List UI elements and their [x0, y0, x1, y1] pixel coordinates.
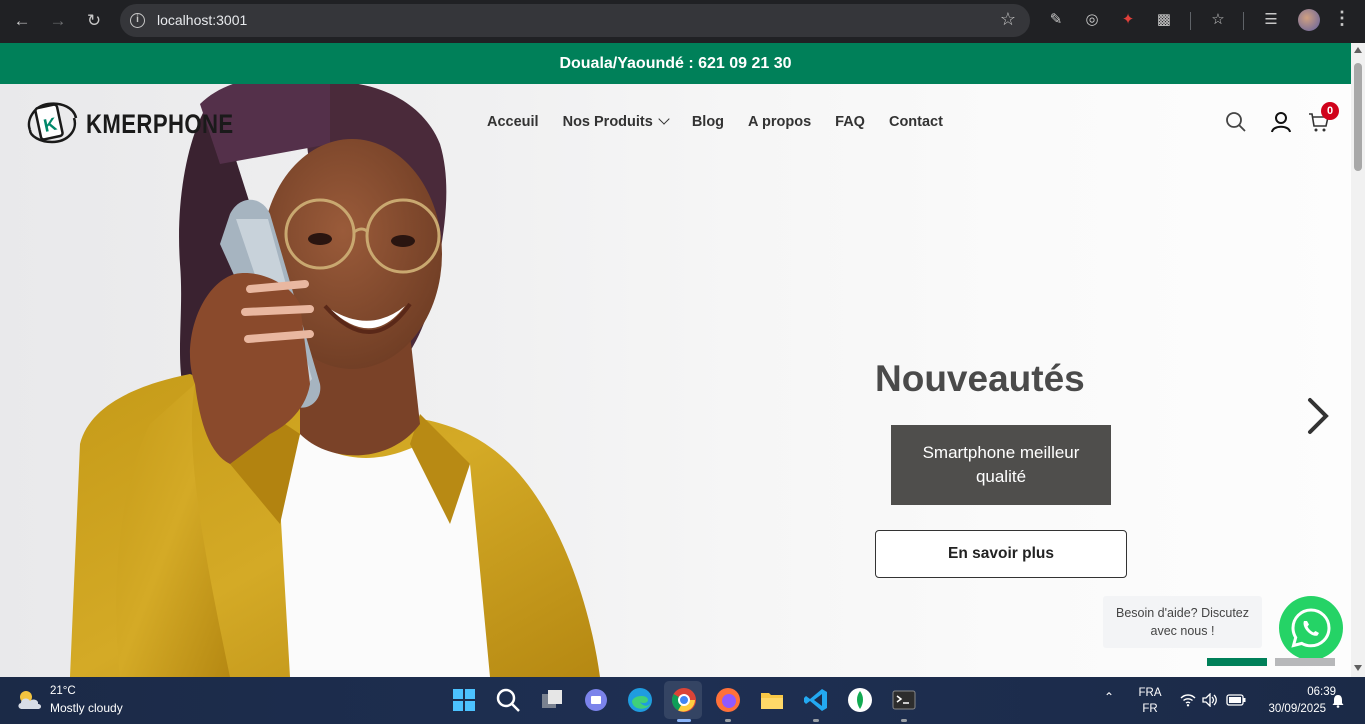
scroll-up-arrow-icon[interactable]: [1354, 47, 1362, 53]
cart-count-badge: 0: [1321, 102, 1339, 120]
scrollbar-thumb[interactable]: [1354, 63, 1362, 171]
search-icon[interactable]: [1225, 111, 1247, 133]
firefox-icon[interactable]: [714, 686, 742, 714]
toolbar-divider: [1243, 12, 1244, 30]
vscode-icon[interactable]: [802, 686, 830, 714]
nav-item-label: Nos Produits: [562, 114, 653, 130]
logo-text: KMERPHONE: [86, 109, 234, 139]
help-chat-bubble[interactable]: Besoin d'aide? Discutez avec nous !: [1103, 596, 1262, 648]
puzzle-icon[interactable]: ▩: [1153, 9, 1175, 31]
web-page: Douala/Yaoundé : 621 09 21 30 K KMERPHON…: [0, 43, 1351, 677]
task-view-icon[interactable]: [538, 686, 566, 714]
forward-icon[interactable]: →: [46, 9, 70, 33]
running-app-indicator: [901, 719, 907, 722]
menu-kebab-icon[interactable]: ⋮: [1333, 8, 1351, 29]
terminal-icon[interactable]: [890, 686, 918, 714]
logo-phone-icon: K: [27, 102, 78, 144]
weather-description[interactable]: Mostly cloudy: [50, 701, 123, 715]
weather-temperature[interactable]: 21°C: [50, 685, 76, 697]
main-nav: Acceuil Nos Produits Blog A propos FAQ C…: [487, 113, 967, 130]
file-explorer-icon[interactable]: [758, 686, 786, 714]
whatsapp-icon: [1291, 608, 1331, 648]
slide-subtitle: Smartphone meilleur qualité: [891, 425, 1111, 505]
nav-item-nos-produits[interactable]: Nos Produits: [562, 113, 670, 130]
url-text[interactable]: localhost:3001: [157, 12, 247, 28]
teams-chat-icon[interactable]: [582, 686, 610, 714]
volume-icon[interactable]: [1202, 693, 1218, 707]
battery-icon[interactable]: [1226, 694, 1246, 706]
nav-item-faq[interactable]: FAQ: [835, 114, 865, 130]
nav-item-a-propos[interactable]: A propos: [748, 114, 811, 130]
nav-item-contact[interactable]: Contact: [889, 114, 943, 130]
input-language-bottom[interactable]: FR: [1138, 703, 1162, 715]
help-text-line: avec nous !: [1150, 624, 1215, 638]
clock-date[interactable]: 30/09/2025: [1250, 703, 1326, 715]
weather-cloud-icon[interactable]: [16, 689, 44, 711]
edge-icon[interactable]: [626, 686, 654, 714]
slide-subtitle-line: qualité: [975, 467, 1027, 486]
slide-title: Nouveautés: [875, 358, 1085, 399]
help-text-line: Besoin d'aide? Discutez: [1115, 606, 1250, 620]
contact-topbar: Douala/Yaoundé : 621 09 21 30: [0, 43, 1351, 84]
toolbar-divider: [1190, 12, 1191, 30]
windows-start-icon[interactable]: [450, 686, 478, 714]
compass-icon[interactable]: ◎: [1081, 9, 1103, 31]
input-language-top[interactable]: FRA: [1138, 687, 1162, 699]
tray-overflow-chevron-icon[interactable]: ⌃: [1104, 690, 1114, 704]
browser-toolbar: ← → ↻ i localhost:3001 ☆ ✎ ◎ ✦ ▩ ☆ ☰ ⋮: [0, 0, 1365, 43]
bookmark-star-icon[interactable]: ☆: [1000, 9, 1016, 30]
running-app-indicator: [813, 719, 819, 722]
site-logo[interactable]: K KMERPHONE: [24, 100, 233, 145]
clock-time[interactable]: 06:39: [1266, 686, 1336, 698]
mongodb-compass-icon[interactable]: [846, 686, 874, 714]
windows-taskbar: 21°C Mostly cloudy ⌃ FRA FR 06:39 30/09/…: [0, 677, 1365, 724]
running-app-indicator: [725, 719, 731, 722]
learn-more-button[interactable]: En savoir plus: [875, 530, 1127, 578]
nav-item-blog[interactable]: Blog: [692, 114, 724, 130]
user-icon[interactable]: [1270, 111, 1292, 133]
back-icon[interactable]: ←: [10, 9, 34, 33]
address-bar[interactable]: i localhost:3001 ☆: [120, 4, 1030, 37]
site-info-icon[interactable]: i: [130, 13, 145, 28]
hero-slider: K KMERPHONE Acceuil Nos Produits Blog A …: [0, 84, 1351, 677]
profile-avatar[interactable]: [1298, 9, 1320, 31]
scroll-down-arrow-icon[interactable]: [1354, 665, 1362, 671]
chevron-down-icon: [658, 113, 670, 125]
chrome-icon[interactable]: [670, 686, 698, 714]
next-slide-arrow-icon[interactable]: [1302, 396, 1332, 436]
active-app-indicator: [677, 719, 691, 722]
notification-bell-icon[interactable]: [1331, 694, 1345, 708]
reload-icon[interactable]: ↻: [82, 9, 106, 33]
favorites-icon[interactable]: ☆: [1207, 9, 1229, 31]
page-scrollbar[interactable]: [1351, 43, 1365, 677]
media-queue-icon[interactable]: ☰: [1260, 9, 1282, 31]
whatsapp-button[interactable]: [1279, 596, 1343, 660]
hero-woman-image: [70, 84, 600, 677]
eyedropper-icon[interactable]: ✎: [1045, 9, 1067, 31]
slider-dot-active[interactable]: [1207, 658, 1267, 666]
slide-subtitle-line: Smartphone meilleur: [922, 443, 1080, 462]
extension-bird-icon[interactable]: ✦: [1117, 9, 1139, 31]
taskbar-search-icon[interactable]: [494, 686, 522, 714]
nav-item-accueil[interactable]: Acceuil: [487, 114, 539, 130]
slider-dot[interactable]: [1275, 658, 1335, 666]
wifi-icon[interactable]: [1180, 693, 1196, 707]
